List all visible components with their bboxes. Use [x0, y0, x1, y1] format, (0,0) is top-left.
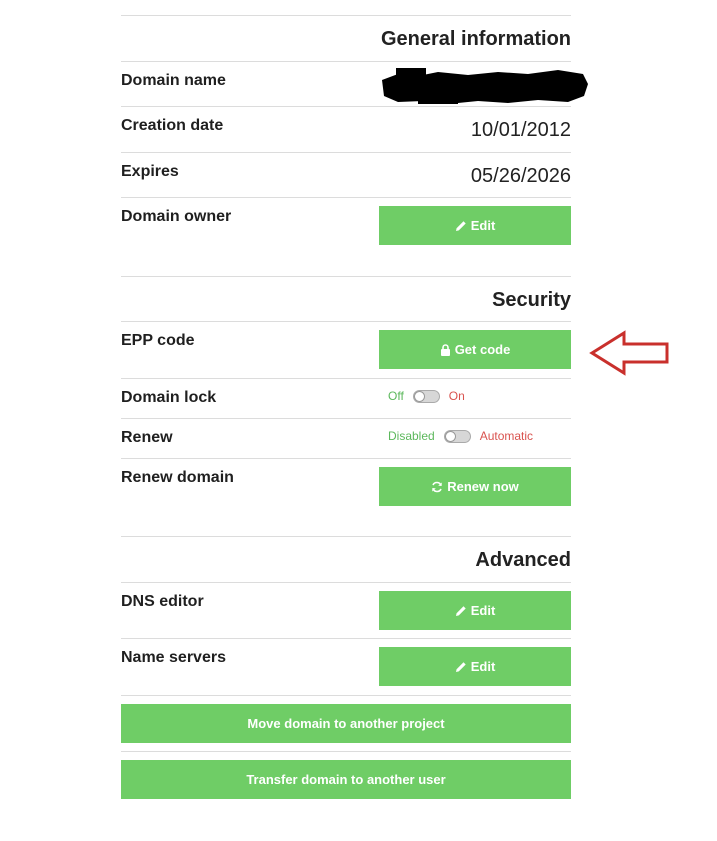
divider: [121, 276, 571, 277]
epp-code-label: EPP code: [121, 332, 195, 349]
renew-domain-label: Renew domain: [121, 469, 234, 486]
expires-value: 05/26/2026: [470, 165, 571, 187]
renew-now-button[interactable]: Renew now: [379, 467, 571, 506]
domain-lock-toggle-group: Off On: [379, 386, 571, 406]
move-domain-button[interactable]: Move domain to another project: [121, 704, 571, 743]
domain-owner-edit-label: Edit: [470, 218, 496, 233]
lock-icon: [440, 343, 451, 356]
advanced-heading: Advanced: [475, 549, 571, 571]
dns-editor-edit-label: Edit: [470, 603, 496, 618]
toggle-knob: [444, 430, 456, 442]
toggle-knob: [413, 390, 425, 402]
pencil-icon: [455, 220, 467, 232]
renew-toggle-group: Disabled Automatic: [379, 426, 571, 446]
divider: [121, 321, 571, 322]
divider: [121, 15, 571, 16]
get-code-button[interactable]: Get code: [379, 330, 571, 369]
domain-owner-label: Domain owner: [121, 208, 232, 225]
creation-date-value: 10/01/2012: [470, 119, 571, 141]
creation-date-label: Creation date: [121, 117, 224, 134]
general-information-heading: General information: [380, 28, 571, 50]
divider: [121, 197, 571, 198]
redacted-domain-name: [378, 66, 590, 106]
renew-now-label: Renew now: [447, 479, 519, 494]
divider: [121, 458, 571, 459]
domain-lock-off-label: Off: [388, 389, 404, 403]
transfer-domain-button[interactable]: Transfer domain to another user: [121, 760, 571, 799]
divider: [121, 418, 571, 419]
renew-automatic-label: Automatic: [479, 429, 534, 443]
security-heading: Security: [492, 289, 571, 311]
name-servers-edit-button[interactable]: Edit: [379, 647, 571, 686]
refresh-icon: [431, 481, 443, 493]
get-code-label: Get code: [454, 342, 511, 357]
divider: [121, 378, 571, 379]
divider: [121, 751, 571, 752]
name-servers-edit-label: Edit: [470, 659, 496, 674]
divider: [121, 695, 571, 696]
name-servers-label: Name servers: [121, 649, 226, 666]
dns-editor-edit-button[interactable]: Edit: [379, 591, 571, 630]
renew-disabled-label: Disabled: [388, 429, 435, 443]
pencil-icon: [455, 661, 467, 673]
divider: [121, 61, 571, 62]
divider: [121, 582, 571, 583]
domain-lock-label: Domain lock: [121, 389, 217, 406]
domain-name-label: Domain name: [121, 72, 226, 89]
domain-owner-edit-button[interactable]: Edit: [379, 206, 571, 245]
divider: [121, 638, 571, 639]
annotation-arrow-icon: [588, 330, 670, 376]
pencil-icon: [455, 605, 467, 617]
divider: [121, 536, 571, 537]
renew-label: Renew: [121, 429, 173, 446]
divider: [121, 152, 571, 153]
expires-label: Expires: [121, 163, 179, 180]
domain-lock-on-label: On: [448, 389, 465, 403]
domain-lock-toggle[interactable]: [412, 389, 440, 403]
divider: [121, 106, 571, 107]
dns-editor-label: DNS editor: [121, 593, 204, 610]
renew-toggle[interactable]: [443, 429, 471, 443]
